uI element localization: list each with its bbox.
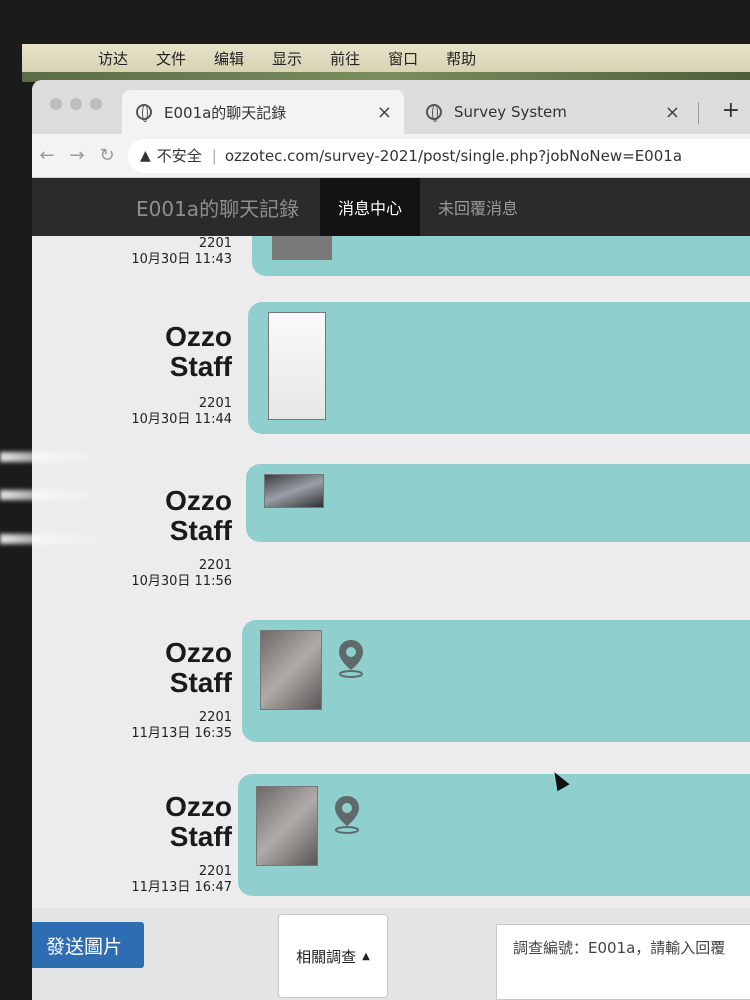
back-icon[interactable]: ←: [32, 145, 62, 166]
message-bubble: [252, 236, 750, 276]
new-tab-icon[interactable]: +: [722, 98, 740, 123]
message-time: 11月13日 16:35: [131, 726, 232, 741]
message-meta: 2201 10月30日 11:44: [32, 396, 232, 428]
message-time: 10月30日 11:56: [131, 574, 232, 589]
image-thumbnail[interactable]: [256, 786, 318, 866]
sender-name: Ozzo Staff: [165, 637, 232, 698]
message-meta: 2201 10月30日 11:56: [32, 558, 232, 590]
message-meta: 2201 11月13日 16:35: [32, 710, 232, 742]
sender-name: Ozzo Staff: [165, 321, 232, 382]
address-bar: ← → ↻ ▲ 不安全 | ozzotec.com/survey-2021/po…: [32, 134, 750, 178]
related-surveys-dropdown[interactable]: 相關調查 ▲: [278, 914, 388, 998]
related-surveys-label: 相關調查: [296, 947, 357, 966]
menu-item-help[interactable]: 帮助: [446, 48, 476, 69]
composer-bar: 發送圖片 相關調查 ▲ 調查編號：E001a，請輸入回覆: [32, 908, 750, 1000]
tab-chat-log[interactable]: E001a的聊天記錄 ×: [122, 90, 404, 134]
message-time: 11月13日 16:47: [131, 880, 232, 895]
tab-bar: E001a的聊天記錄 × Survey System × +: [32, 80, 750, 134]
message-time: 10月30日 11:44: [131, 412, 232, 427]
site-brand[interactable]: E001a的聊天記錄: [32, 178, 320, 236]
image-thumbnail[interactable]: [272, 236, 332, 260]
message-id: 2201: [198, 710, 232, 725]
nav-unreplied[interactable]: 未回覆消息: [420, 178, 536, 236]
image-thumbnail[interactable]: [260, 630, 322, 710]
tab-divider: [698, 102, 699, 124]
screen-glare: [0, 490, 110, 500]
site-navbar: E001a的聊天記錄 消息中心 未回覆消息: [32, 178, 750, 236]
url-field[interactable]: ▲ 不安全 | ozzotec.com/survey-2021/post/sin…: [128, 138, 750, 173]
message-time: 10月30日 11:43: [131, 252, 232, 267]
message-id: 2201: [198, 558, 232, 573]
image-thumbnail[interactable]: [264, 474, 324, 508]
screenshot-thumbnail[interactable]: [268, 312, 326, 420]
message-id: 2201: [198, 864, 232, 879]
reply-input[interactable]: 調查編號：E001a，請輸入回覆: [496, 924, 750, 1000]
menu-item-go[interactable]: 前往: [330, 48, 360, 69]
message-bubble: [238, 774, 750, 896]
mac-menu-bar: 访达 文件 编辑 显示 前往 窗口 帮助: [22, 44, 750, 72]
message-id: 2201: [198, 396, 232, 411]
forward-icon[interactable]: →: [62, 145, 92, 166]
url-divider: |: [211, 146, 217, 165]
warning-icon[interactable]: ▲: [140, 148, 151, 164]
message-bubble: [246, 464, 750, 542]
close-tab-icon[interactable]: ×: [665, 102, 680, 123]
menu-item-file[interactable]: 文件: [156, 48, 186, 69]
caret-up-icon: ▲: [362, 950, 370, 962]
menu-item-view[interactable]: 显示: [272, 48, 302, 69]
nav-message-center[interactable]: 消息中心: [320, 178, 421, 236]
menu-item-window[interactable]: 窗口: [388, 48, 418, 69]
send-image-button[interactable]: 發送圖片: [32, 922, 144, 968]
screen-glare: [0, 534, 110, 544]
message-id: 2201: [198, 236, 232, 251]
chat-area[interactable]: 2201 10月30日 11:43 Ozzo Staff 2201 10月30日 …: [32, 236, 750, 908]
close-tab-icon[interactable]: ×: [377, 102, 392, 123]
menu-item-edit[interactable]: 编辑: [214, 48, 244, 69]
security-label[interactable]: 不安全: [157, 145, 202, 166]
tab-title: E001a的聊天記錄: [164, 103, 287, 122]
location-pin-icon[interactable]: [336, 638, 366, 678]
screen-glare: [0, 452, 110, 462]
window-controls[interactable]: [50, 98, 102, 110]
globe-icon: [136, 104, 152, 122]
location-pin-icon[interactable]: [332, 794, 362, 834]
url-text[interactable]: ozzotec.com/survey-2021/post/single.php?…: [225, 147, 682, 165]
message-meta: 2201 10月30日 11:43: [32, 236, 232, 268]
message-meta: 2201 11月13日 16:47: [32, 864, 232, 896]
message-bubble: [242, 620, 750, 742]
reload-icon[interactable]: ↻: [92, 145, 122, 166]
tab-title: Survey System: [454, 103, 567, 121]
tab-survey-system[interactable]: Survey System ×: [412, 90, 692, 134]
browser-window: E001a的聊天記錄 × Survey System × + ← → ↻ ▲ 不…: [32, 80, 750, 1000]
menu-item-finder[interactable]: 访达: [98, 48, 128, 69]
sender-name: Ozzo Staff: [165, 791, 232, 852]
globe-icon: [426, 104, 442, 122]
message-bubble: [248, 302, 750, 434]
